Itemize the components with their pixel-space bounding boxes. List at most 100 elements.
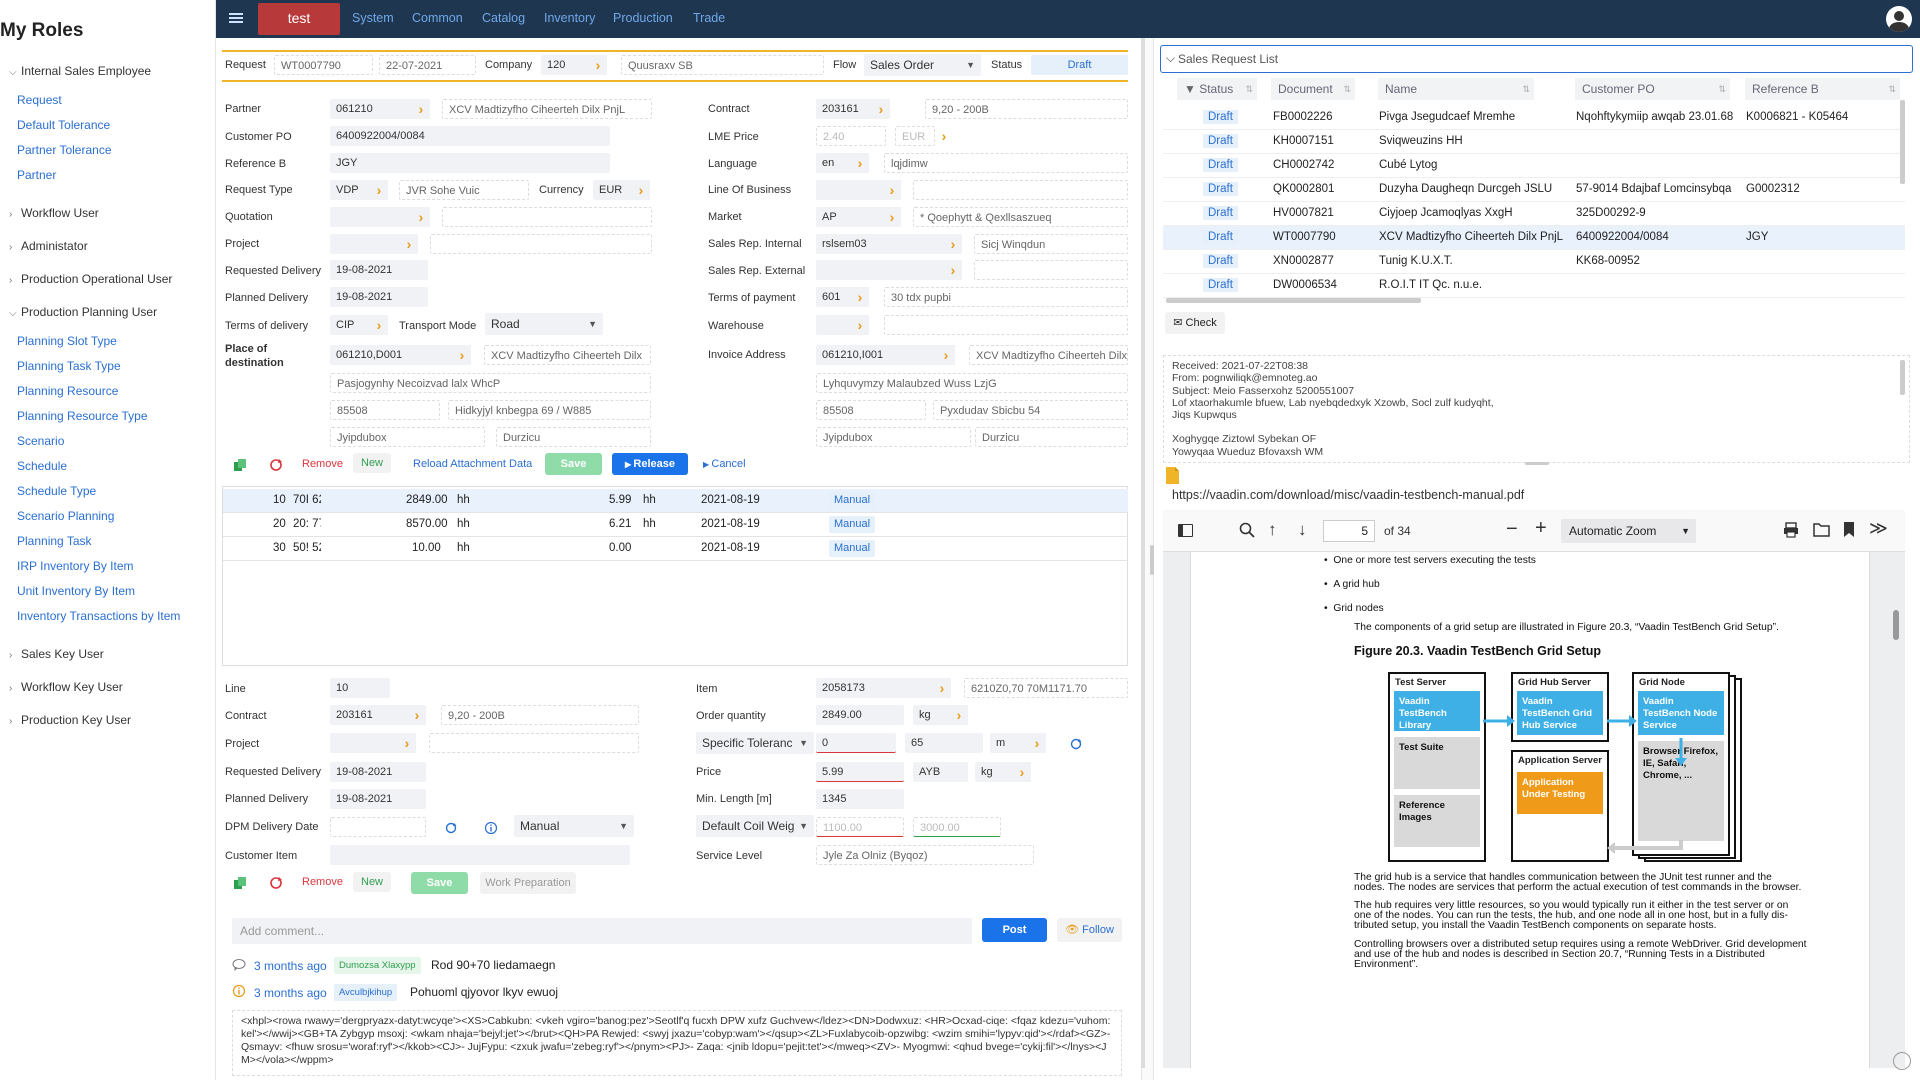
dpm-delivery-date-field[interactable] xyxy=(330,817,426,837)
nav-production[interactable]: Production xyxy=(613,11,673,25)
reference-b-field[interactable]: JGY xyxy=(330,153,610,173)
chevron-right-icon[interactable]: › xyxy=(937,345,955,365)
dpm-select[interactable]: Manual ▼ xyxy=(514,815,634,837)
line-save-button[interactable]: Save xyxy=(411,872,468,894)
refresh-icon[interactable] xyxy=(1069,737,1083,751)
search-icon[interactable] xyxy=(1239,522,1255,541)
line-planned-delivery-field[interactable]: 19-08-2021 xyxy=(330,789,426,809)
cancel-button[interactable]: ▶ Cancel xyxy=(703,458,746,470)
request-number-field[interactable]: WT0007790 xyxy=(274,55,373,75)
chevron-right-icon[interactable]: › xyxy=(933,678,951,698)
line-field[interactable]: 10 xyxy=(330,678,390,698)
tools-icon[interactable]: ≫ xyxy=(1869,518,1888,539)
nav-catalog[interactable]: Catalog xyxy=(482,11,525,25)
table-row[interactable]: Draft DW0006534 R.O.I.T IT Qc. n.u.e. xyxy=(1163,274,1905,298)
arrow-down-icon[interactable]: ↓ xyxy=(1298,520,1307,540)
chevron-right-icon[interactable]: › xyxy=(851,153,869,173)
zoom-out-icon[interactable]: − xyxy=(1506,518,1518,541)
chevron-right-icon[interactable]: › xyxy=(412,207,430,227)
splitter-handle[interactable] xyxy=(1150,545,1154,575)
column-header-customer-po[interactable]: Customer PO ⇅ xyxy=(1575,78,1730,100)
chevron-right-icon[interactable]: › xyxy=(950,705,968,725)
nav-system[interactable]: System xyxy=(352,11,394,25)
chevron-right-icon[interactable]: › xyxy=(408,705,426,725)
pdf-scrollbar[interactable] xyxy=(1893,610,1899,640)
open-file-icon[interactable] xyxy=(1813,522,1830,540)
chevron-right-icon[interactable]: › xyxy=(851,315,869,335)
chevron-right-icon[interactable]: › xyxy=(370,315,388,335)
price-field[interactable]: 5.99 xyxy=(816,762,904,782)
sidebar-item-schedule-type[interactable]: Schedule Type xyxy=(17,479,215,504)
table-row[interactable]: Draft XN0002877 Tunig K.U.X.T. KK68-00952 xyxy=(1163,250,1905,274)
place-of-destination-field[interactable]: 061210,D001 xyxy=(330,345,465,365)
info-icon[interactable] xyxy=(484,821,498,835)
price-unit[interactable]: kg xyxy=(975,762,1015,782)
chevron-right-icon[interactable]: › xyxy=(1013,762,1031,782)
partner-field[interactable]: 061210 xyxy=(330,99,415,119)
quotation-field[interactable] xyxy=(330,207,415,227)
tolerance-min-field[interactable]: 0 xyxy=(816,733,896,753)
sidebar-group-sales-key-user[interactable]: › Sales Key User xyxy=(9,638,215,671)
sidebar-item-unit-inventory[interactable]: Unit Inventory By Item xyxy=(17,579,215,604)
check-button[interactable]: ✉ Check xyxy=(1165,312,1225,334)
sidebar-item-planning-task[interactable]: Planning Task xyxy=(17,529,215,554)
sidebar-group-workflow-key-user[interactable]: › Workflow Key User xyxy=(9,671,215,704)
reload-attachment-button[interactable]: Reload Attachment Data xyxy=(413,458,532,470)
resize-handle[interactable] xyxy=(1525,462,1549,465)
chevron-right-icon[interactable]: › xyxy=(944,234,962,254)
sidebar-group-production-planning[interactable]: ⌵ Production Planning User xyxy=(9,296,215,329)
chevron-right-icon[interactable]: › xyxy=(935,126,953,146)
sidebar-item-planning-resource[interactable]: Planning Resource xyxy=(17,379,215,404)
request-date-field[interactable]: 22-07-2021 xyxy=(379,55,476,75)
terms-of-delivery-field[interactable]: CIP xyxy=(330,315,375,335)
item-field[interactable]: 2058173 xyxy=(816,678,946,698)
line-requested-delivery-field[interactable]: 19-08-2021 xyxy=(330,762,426,782)
chevron-right-icon[interactable]: › xyxy=(453,345,471,365)
sales-request-list-header[interactable]: ⌵ Sales Request List xyxy=(1160,45,1913,73)
customer-item-field[interactable] xyxy=(330,845,630,865)
column-header-status[interactable]: ▼ Status ⇅ xyxy=(1177,78,1257,100)
sidebar-item-default-tolerance[interactable]: Default Tolerance xyxy=(17,113,215,138)
chevron-right-icon[interactable]: › xyxy=(412,99,430,119)
chevron-right-icon[interactable]: › xyxy=(632,180,650,200)
company-field[interactable]: 120 xyxy=(541,55,591,75)
tolerance-max-field[interactable]: 65 xyxy=(905,733,983,753)
table-row[interactable]: Draft HV0007821 Ciyjoep Jcamoqlyas XxgH 325… xyxy=(1163,202,1905,226)
nav-inventory[interactable]: Inventory xyxy=(544,11,595,25)
remove-button[interactable]: Remove xyxy=(302,458,343,470)
nav-common[interactable]: Common xyxy=(412,11,463,25)
copy-icon[interactable] xyxy=(233,876,247,890)
chevron-right-icon[interactable]: › xyxy=(851,287,869,307)
sales-rep-external-field[interactable] xyxy=(816,260,961,280)
column-header-reference-b[interactable]: Reference B ⇅ xyxy=(1745,78,1900,100)
sidebar-group-production-key-user[interactable]: › Production Key User xyxy=(9,704,215,737)
sidebar-item-planning-resource-type[interactable]: Planning Resource Type xyxy=(17,404,215,429)
new-button[interactable]: New xyxy=(353,453,392,473)
sidebar-group-production-operational[interactable]: › Production Operational User xyxy=(9,263,215,296)
sidebar-group-administator[interactable]: › Administator xyxy=(9,230,215,263)
sidebar-item-inventory-transactions[interactable]: Inventory Transactions by Item xyxy=(17,604,215,629)
nav-trade[interactable]: Trade xyxy=(693,11,725,25)
requested-delivery-field[interactable]: 19-08-2021 xyxy=(330,260,428,280)
bookmark-icon[interactable] xyxy=(1843,522,1855,540)
follow-button[interactable]: 👁 Follow xyxy=(1057,918,1122,942)
zoom-select[interactable]: Automatic Zoom ▼ xyxy=(1561,519,1696,543)
table-row[interactable]: Draft FB0002226 Pivga Jsegudcaef Mremhe Nqo… xyxy=(1163,106,1905,130)
hamburger-menu-icon[interactable] xyxy=(229,11,243,25)
warehouse-field[interactable] xyxy=(816,315,856,335)
chevron-right-icon[interactable]: › xyxy=(872,99,890,119)
page-number-input[interactable]: 5 xyxy=(1323,520,1375,542)
comment-input[interactable]: Add comment... xyxy=(232,918,972,944)
comment-time[interactable]: 3 months ago xyxy=(254,959,327,973)
chevron-right-icon[interactable]: › xyxy=(400,234,418,254)
line-remove-button[interactable]: Remove xyxy=(302,876,343,888)
chevron-right-icon[interactable]: › xyxy=(589,55,607,75)
sidebar-item-scenario-planning[interactable]: Scenario Planning xyxy=(17,504,215,529)
chevron-right-icon[interactable]: › xyxy=(1028,733,1046,753)
sidebar-item-planning-task-type[interactable]: Planning Task Type xyxy=(17,354,215,379)
chevron-right-icon[interactable]: › xyxy=(398,733,416,753)
print-icon[interactable] xyxy=(1783,522,1799,541)
sidebar-item-scenario[interactable]: Scenario xyxy=(17,429,215,454)
arrow-up-icon[interactable]: ↑ xyxy=(1268,520,1277,540)
table-row[interactable]: Draft KH0007151 Sviqweuzins HH xyxy=(1163,130,1905,154)
